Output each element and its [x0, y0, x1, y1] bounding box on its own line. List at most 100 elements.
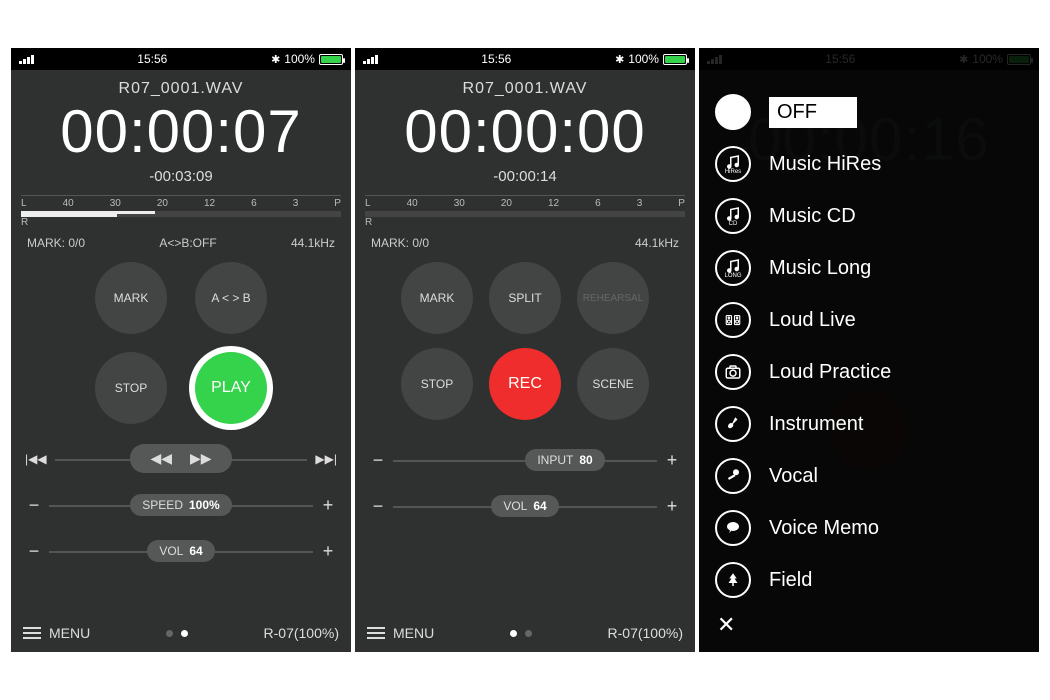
- scene-item-label: Music HiRes: [769, 153, 881, 175]
- speed-pill[interactable]: SPEED 100%: [130, 494, 231, 516]
- scene-item-label: Voice Memo: [769, 517, 879, 539]
- speech-icon: [715, 510, 751, 546]
- vol-value: 64: [533, 499, 546, 513]
- filename: R07_0001.WAV: [11, 80, 351, 98]
- speed-label: SPEED: [142, 498, 183, 512]
- scene-item-camera[interactable]: Loud Practice: [715, 348, 1023, 396]
- vol-minus-button[interactable]: −: [25, 541, 43, 562]
- close-button[interactable]: ✕: [717, 612, 735, 638]
- meter-r-label: R: [21, 217, 341, 228]
- menu-button[interactable]: MENU: [367, 625, 434, 641]
- meter-r-label: R: [365, 217, 685, 228]
- transport-bar: |◀◀ ◀◀ ▶▶ ▶▶|: [25, 444, 337, 473]
- mark-button[interactable]: MARK: [401, 262, 473, 334]
- button-row-2: STOP PLAY: [11, 352, 351, 424]
- signal-icon: [363, 54, 378, 64]
- music-hires-icon: HiRes: [715, 146, 751, 182]
- scene-item-blank[interactable]: OFF: [715, 88, 1023, 136]
- meter-ticks: L 40 30 20 12 6 3 P: [365, 195, 685, 209]
- vol-pill[interactable]: VOL 64: [147, 540, 214, 562]
- battery-icon: [319, 54, 343, 65]
- next-track-button[interactable]: ▶▶|: [315, 452, 337, 466]
- speed-plus-button[interactable]: +: [319, 495, 337, 516]
- speed-value: 100%: [189, 498, 220, 512]
- signal-icon: [19, 54, 34, 64]
- vol-plus-button[interactable]: +: [663, 496, 681, 517]
- input-label: INPUT: [537, 453, 573, 467]
- vol-plus-button[interactable]: +: [319, 541, 337, 562]
- volume-slider[interactable]: − VOL 64 +: [369, 492, 681, 520]
- scene-item-label: Vocal: [769, 465, 818, 487]
- speed-slider[interactable]: − SPEED 100% +: [25, 491, 337, 519]
- battery-percent: 100%: [628, 52, 659, 66]
- status-time: 15:56: [137, 52, 167, 66]
- input-slider[interactable]: − INPUT 80 +: [369, 446, 681, 474]
- battery-percent: 100%: [284, 52, 315, 66]
- scene-item-music-hires[interactable]: HiRes Music HiRes: [715, 140, 1023, 188]
- level-meter: L 40 30 20 12 6 3 P R: [11, 195, 351, 228]
- scene-button[interactable]: SCENE: [577, 348, 649, 420]
- scene-item-music-cd[interactable]: CDMusic CD: [715, 192, 1023, 240]
- bottom-bar: MENU R-07(100%): [11, 614, 351, 652]
- remaining-time: -00:00:14: [355, 168, 695, 185]
- mark-button[interactable]: MARK: [95, 262, 167, 334]
- vol-pill[interactable]: VOL 64: [491, 495, 558, 517]
- prev-track-button[interactable]: |◀◀: [25, 452, 47, 466]
- fastfwd-icon[interactable]: ▶▶: [190, 450, 212, 467]
- device-status: R-07(100%): [264, 625, 339, 641]
- scene-screen: 15:56 ✱ 100% 00:00:16 OFFHiResMusic HiRe…: [699, 48, 1039, 652]
- speed-minus-button[interactable]: −: [25, 495, 43, 516]
- input-plus-button[interactable]: +: [663, 450, 681, 471]
- meter-track-l: [21, 211, 341, 217]
- vol-minus-button[interactable]: −: [369, 496, 387, 517]
- elapsed-time: 00:00:07: [11, 102, 351, 162]
- vol-label: VOL: [159, 544, 183, 558]
- scene-item-tree[interactable]: Field: [715, 556, 1023, 604]
- bluetooth-icon: ✱: [615, 53, 624, 66]
- vol-value: 64: [189, 544, 202, 558]
- input-minus-button[interactable]: −: [369, 450, 387, 471]
- seek-pill[interactable]: ◀◀ ▶▶: [130, 444, 231, 473]
- rec-screen: 15:56 ✱ 100% R07_0001.WAV 00:00:00 -00:0…: [355, 48, 695, 652]
- sample-rate: 44.1kHz: [291, 236, 335, 250]
- ab-status: A<>B:OFF: [159, 236, 216, 250]
- sample-rate: 44.1kHz: [635, 236, 679, 250]
- tree-icon: [715, 562, 751, 598]
- camera-icon: [715, 354, 751, 390]
- mic-icon: [715, 458, 751, 494]
- rec-button[interactable]: REC: [489, 348, 561, 420]
- scene-item-guitar[interactable]: Instrument: [715, 400, 1023, 448]
- level-meter: L 40 30 20 12 6 3 P R: [355, 195, 695, 228]
- volume-slider[interactable]: − VOL 64 +: [25, 537, 337, 565]
- play-screen: 15:56 ✱ 100% R07_0001.WAV 00:00:07 -00:0…: [11, 48, 351, 652]
- battery-icon: [663, 54, 687, 65]
- scene-item-speakers[interactable]: Loud Live: [715, 296, 1023, 344]
- stop-button[interactable]: STOP: [401, 348, 473, 420]
- blank-icon: [715, 94, 751, 130]
- menu-label: MENU: [49, 625, 90, 641]
- ab-button[interactable]: A < > B: [195, 262, 267, 334]
- bottom-bar: MENU R-07(100%): [355, 614, 695, 652]
- input-value: 80: [579, 453, 592, 467]
- status-time: 15:56: [481, 52, 511, 66]
- rewind-icon[interactable]: ◀◀: [150, 450, 172, 467]
- scene-item-music-long[interactable]: LONG Music Long: [715, 244, 1023, 292]
- hamburger-icon: [367, 627, 385, 639]
- menu-button[interactable]: MENU: [23, 625, 90, 641]
- status-row: MARK: 0/0 44.1kHz: [355, 228, 695, 250]
- status-bar: 15:56 ✱ 100%: [355, 48, 695, 70]
- scene-item-label: Music Long: [769, 257, 871, 279]
- guitar-icon: [715, 406, 751, 442]
- scene-item-speech[interactable]: Voice Memo: [715, 504, 1023, 552]
- page-dots: [166, 630, 188, 637]
- music-long-icon: LONG: [715, 250, 751, 286]
- rehearsal-button[interactable]: REHEARSAL: [577, 262, 649, 334]
- filename: R07_0001.WAV: [355, 80, 695, 98]
- split-button[interactable]: SPLIT: [489, 262, 561, 334]
- scene-item-mic[interactable]: Vocal: [715, 452, 1023, 500]
- scene-item-label: Instrument: [769, 413, 863, 435]
- status-row: MARK: 0/0 A<>B:OFF 44.1kHz: [11, 228, 351, 250]
- play-button[interactable]: PLAY: [195, 352, 267, 424]
- input-pill[interactable]: INPUT 80: [525, 449, 604, 471]
- stop-button[interactable]: STOP: [95, 352, 167, 424]
